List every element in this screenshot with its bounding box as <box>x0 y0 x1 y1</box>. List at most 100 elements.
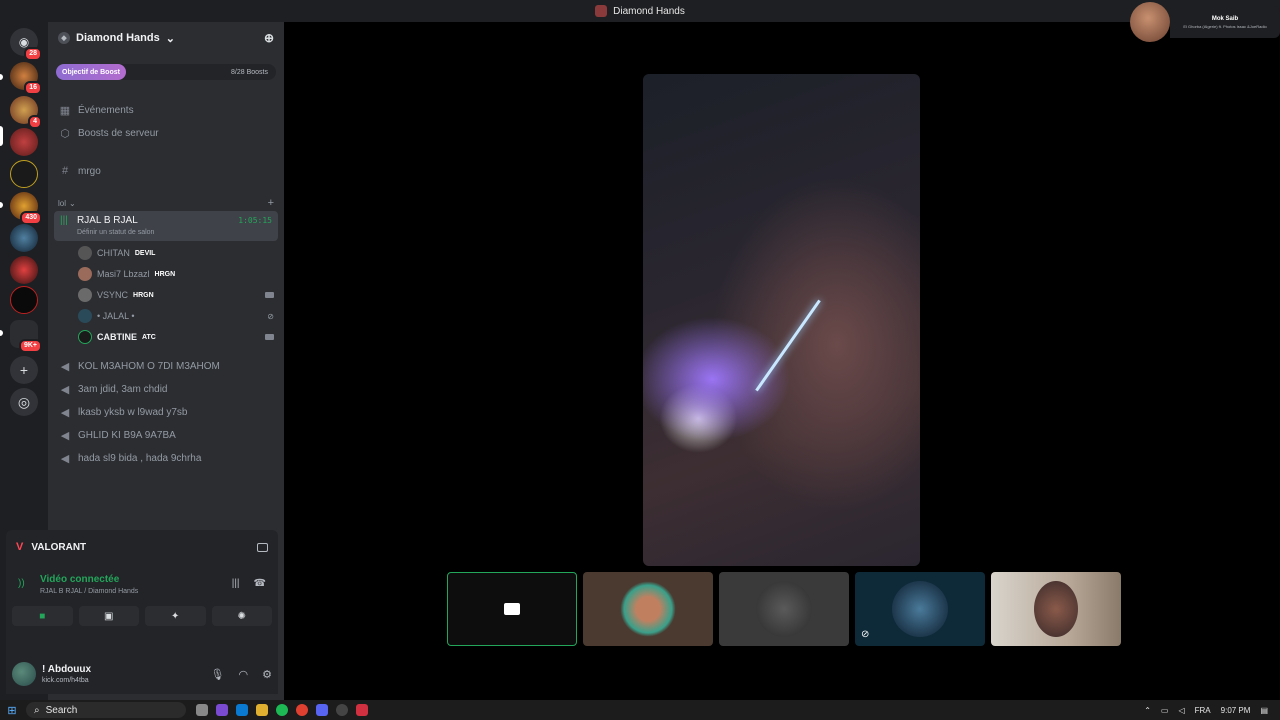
server-icon-6[interactable] <box>10 256 38 284</box>
search-label: Search <box>45 704 78 716</box>
voice-channel[interactable]: ◀ KOL M3AHOM O 7DI M3AHOM <box>56 360 276 373</box>
system-tray: ⌃ ▭ ◁ FRA 9:07 PM ▤ <box>1144 700 1268 720</box>
voice-channel[interactable]: ◀ lkasb yksb w l9wad y7sb <box>56 406 276 419</box>
voice-member[interactable]: CHITAN DEVIL <box>78 244 274 262</box>
now-playing-text: Mok Saib El Ghorba (Algerie) ft. Photos … <box>1170 6 1280 38</box>
video-stage: ⊘ <box>284 22 1280 700</box>
chrome-icon[interactable] <box>296 704 308 716</box>
member-tag: ATC <box>142 333 156 341</box>
voice-location[interactable]: RJAL B RJAL / Diamond Hands <box>40 588 138 595</box>
server-icon-7[interactable] <box>10 286 38 314</box>
camera-button[interactable]: ■ <box>12 606 73 626</box>
server-icon-1[interactable]: 16 <box>10 62 42 95</box>
file-explorer-icon[interactable] <box>256 704 268 716</box>
events-label: Événements <box>78 105 134 116</box>
voice-channel[interactable]: ◀ hada sl9 bida , hada 9chrha <box>56 452 276 465</box>
focused-video-feed[interactable] <box>643 74 920 566</box>
screen-share-button[interactable]: ▣ <box>78 606 139 626</box>
boost-goal-label: Objectif de Boost <box>56 64 126 80</box>
voice-activity-icon: ||| <box>60 215 68 226</box>
plus-icon: + <box>19 362 29 378</box>
camera-icon <box>265 292 274 298</box>
voice-member[interactable]: CABTINE ATC <box>78 328 274 346</box>
server-image <box>10 160 38 188</box>
chevron-down-icon: ⌄ <box>165 32 175 45</box>
chevron-up-icon[interactable]: ⌃ <box>1144 706 1151 715</box>
participant-tile-video[interactable] <box>991 572 1121 646</box>
server-icon-2[interactable]: 4 <box>10 96 42 129</box>
boost-progress[interactable]: Objectif de Boost 8/28 Boosts <box>56 64 276 80</box>
valorant-icon: V <box>16 541 24 553</box>
voice-channel[interactable]: ◀ GHLID KI B9A 9A7BA <box>56 429 276 442</box>
clock[interactable]: 9:07 PM <box>1221 706 1251 715</box>
server-icon-diamond-hands[interactable] <box>10 128 38 156</box>
language-indicator[interactable]: FRA <box>1195 706 1211 715</box>
member-tag: HRGN <box>154 270 176 278</box>
add-server-button[interactable]: + <box>10 356 38 384</box>
window-title: Diamond Hands <box>595 5 685 17</box>
events-link[interactable]: ▦ Événements <box>56 104 276 117</box>
spotify-icon[interactable] <box>276 704 288 716</box>
settings-gear-icon[interactable]: ⚙ <box>262 668 272 681</box>
voice-member[interactable]: Masi7 Lbzazl HRGN <box>78 265 274 283</box>
server-icon-5[interactable] <box>10 224 38 252</box>
unread-badge: 430 <box>20 211 42 225</box>
edge-icon[interactable] <box>236 704 248 716</box>
voice-member[interactable]: VSYNC HRGN <box>78 286 274 304</box>
invite-people-icon[interactable]: ⊕ <box>264 31 274 45</box>
discover-button[interactable]: ◎ <box>10 388 38 416</box>
voice-channel[interactable]: ◀ 3am jdid, 3am chdid <box>56 383 276 396</box>
avatar <box>78 267 92 281</box>
network-icon[interactable]: ▭ <box>1161 706 1169 715</box>
app-icon[interactable] <box>216 704 228 716</box>
valorant-icon[interactable] <box>356 704 368 716</box>
activity-panel[interactable]: V VALORANT <box>6 530 278 564</box>
add-channel-icon[interactable]: + <box>268 197 274 209</box>
server-icon-3[interactable] <box>10 160 38 188</box>
text-channel-mrgo[interactable]: # mrgo <box>56 165 276 177</box>
windows-start-icon[interactable]: ⊞ <box>0 704 24 717</box>
notification-icon[interactable]: ▤ <box>1260 706 1268 715</box>
participant-tile[interactable]: ⊘ <box>855 572 985 646</box>
user-status: kick.com/h4tba <box>42 677 89 684</box>
noise-suppression-icon[interactable]: ||| <box>232 578 240 589</box>
server-icon <box>595 5 608 17</box>
now-playing-overlay[interactable]: Mok Saib El Ghorba (Algerie) ft. Photos … <box>1130 2 1280 42</box>
guild-header[interactable]: ◆ Diamond Hands ⌄ ⊕ <box>48 22 284 54</box>
server-folder[interactable]: 9K+ <box>10 320 42 353</box>
avatar <box>756 581 812 637</box>
user-info[interactable]: ! Abdouux kick.com/h4tba <box>42 664 91 684</box>
speaker-icon: ◀ <box>60 407 70 419</box>
headphones-icon[interactable]: ◠ <box>239 668 249 681</box>
voice-member[interactable]: • JALAL • ⊘ <box>78 307 274 325</box>
signal-icon[interactable]: )) <box>18 578 25 589</box>
task-view-icon[interactable] <box>196 704 208 716</box>
home-button[interactable]: ◉ 28 <box>10 28 42 61</box>
taskbar-search[interactable]: ⌕ Search <box>26 702 186 718</box>
server-icon-4[interactable]: 430 <box>10 192 42 225</box>
discord-icon[interactable] <box>316 704 328 716</box>
participant-tile[interactable] <box>583 572 713 646</box>
volume-icon[interactable]: ◁ <box>1178 706 1184 715</box>
stream-icon[interactable] <box>257 542 268 552</box>
microphone-icon[interactable]: 🎙 <box>211 668 225 681</box>
server-boosts-label: Boosts de serveur <box>78 128 159 139</box>
activities-button[interactable]: ✦ <box>145 606 206 626</box>
server-boosts-link[interactable]: ⬡ Boosts de serveur <box>56 127 276 140</box>
game-name: VALORANT <box>31 541 87 553</box>
app-icon[interactable] <box>336 704 348 716</box>
active-voice-channel[interactable]: ||| RJAL B RJAL Définir un statut de sal… <box>54 211 278 241</box>
participant-tile-self[interactable] <box>447 572 577 646</box>
user-panel: ! Abdouux kick.com/h4tba 🎙 ◠ ⚙ <box>6 654 278 694</box>
category-lol[interactable]: lol ⌄ + <box>58 197 274 209</box>
unread-pill <box>0 330 3 336</box>
soundboard-button[interactable]: ✺ <box>211 606 272 626</box>
participant-tile[interactable] <box>719 572 849 646</box>
disconnect-icon[interactable]: ☎ <box>254 578 266 589</box>
guild-badge-icon: ◆ <box>58 32 70 44</box>
avatar[interactable] <box>12 662 36 686</box>
speaker-icon: ◀ <box>60 453 70 465</box>
channel-status[interactable]: Définir un statut de salon <box>77 229 154 236</box>
title-bar: Diamond Hands ⚑ <box>0 0 1280 22</box>
voice-status[interactable]: Vidéo connectée <box>40 574 119 585</box>
